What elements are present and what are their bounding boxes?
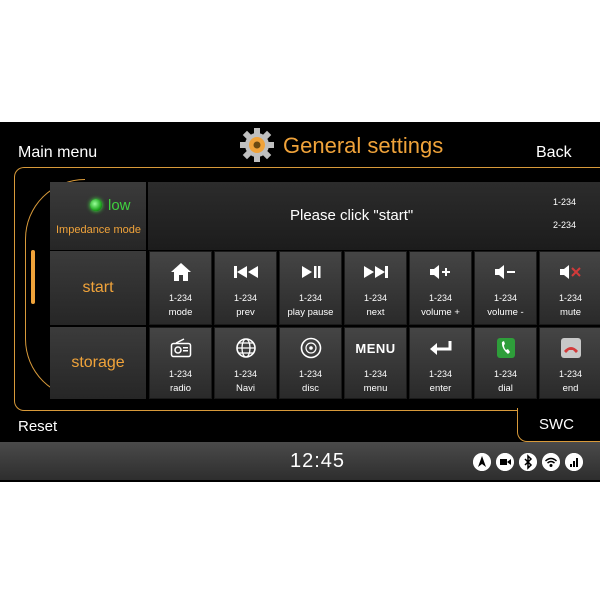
- disc-icon: [300, 337, 321, 359]
- back-button[interactable]: Back: [536, 144, 572, 162]
- message-bar: Please click "start" 1-234 2-234: [148, 182, 600, 250]
- button-label: mode: [168, 307, 193, 318]
- dial-button[interactable]: 1-234 dial: [474, 327, 537, 399]
- status-bar: 12:45: [0, 442, 600, 480]
- button-code: 1-234: [363, 293, 388, 303]
- home-icon: [170, 263, 191, 281]
- swc-label: SWC: [539, 416, 574, 433]
- button-code: 1-234: [493, 369, 518, 379]
- volume-down-icon: [494, 265, 515, 279]
- button-code: 1-234: [558, 293, 583, 303]
- button-label: disc: [302, 383, 319, 394]
- button-code: 1-234: [428, 369, 453, 379]
- button-code: 1-234: [298, 369, 323, 379]
- enter-button[interactable]: 1-234 enter: [409, 327, 472, 399]
- button-label: mute: [559, 307, 582, 318]
- next-button[interactable]: 1-234 next: [344, 251, 407, 325]
- navi-button[interactable]: 1-234 Navi: [214, 327, 277, 399]
- disc-button[interactable]: 1-234 disc: [279, 327, 342, 399]
- reset-button[interactable]: Reset: [18, 418, 57, 435]
- dial-icon: [496, 338, 515, 358]
- code-readout-1: 1-234: [553, 197, 577, 207]
- button-label: menu: [363, 383, 388, 394]
- impedance-value: low: [108, 196, 131, 214]
- menu-button[interactable]: MENU 1-234 menu: [344, 327, 407, 399]
- radio-button[interactable]: 1-234 radio: [149, 327, 212, 399]
- start-button[interactable]: start: [50, 251, 146, 325]
- volume-down-button[interactable]: 1-234 volume -: [474, 251, 537, 325]
- globe-icon: [235, 338, 256, 358]
- next-icon: [363, 266, 388, 278]
- storage-button[interactable]: storage: [50, 327, 146, 399]
- settings-gear-icon: [240, 128, 274, 162]
- camera-icon[interactable]: [496, 453, 514, 471]
- end-call-icon: [560, 338, 581, 358]
- page-title: General settings: [283, 133, 444, 158]
- prev-icon: [233, 266, 258, 278]
- button-label: volume -: [487, 307, 524, 318]
- button-label: enter: [429, 383, 452, 394]
- button-code: 1-234: [493, 293, 518, 303]
- enter-icon: [429, 341, 451, 355]
- button-label: prev: [236, 307, 255, 318]
- swc-tab[interactable]: SWC: [517, 408, 600, 442]
- button-code: 1-234: [558, 369, 583, 379]
- button-code: 1-234: [168, 293, 193, 303]
- button-label: volume +: [421, 307, 460, 318]
- button-label: end: [562, 383, 579, 394]
- button-label: Navi: [235, 383, 255, 394]
- play-pause-icon: [301, 266, 320, 278]
- button-label: next: [366, 307, 385, 318]
- button-code: 1-234: [298, 293, 323, 303]
- mute-icon: [559, 265, 581, 279]
- button-label: radio: [169, 383, 192, 394]
- play-pause-button[interactable]: 1-234 play pause: [279, 251, 342, 325]
- signal-icon[interactable]: [565, 453, 583, 471]
- button-code: 1-234: [233, 369, 258, 379]
- volume-up-button[interactable]: 1-234 volume +: [409, 251, 472, 325]
- instruction-text: Please click "start": [290, 207, 414, 224]
- navigation-icon[interactable]: [473, 453, 491, 471]
- head-unit-screen: Main menu General settings Back low Impe…: [0, 122, 600, 482]
- mute-button[interactable]: 1-234 mute: [539, 251, 600, 325]
- radio-icon: [170, 338, 191, 358]
- button-label: play pause: [287, 307, 334, 318]
- button-code: 1-234: [168, 369, 193, 379]
- impedance-label: Impedance mode: [56, 223, 141, 236]
- clock: 12:45: [290, 450, 346, 472]
- bluetooth-icon[interactable]: [519, 453, 537, 471]
- code-readout-2: 2-234: [553, 220, 577, 230]
- led-indicator-icon: [90, 199, 102, 211]
- prev-button[interactable]: 1-234 prev: [214, 251, 277, 325]
- volume-up-icon: [429, 265, 450, 279]
- button-code: 1-234: [428, 293, 453, 303]
- menu-text-icon: MENU: [355, 340, 396, 356]
- scroll-indicator[interactable]: [31, 250, 35, 304]
- end-call-button[interactable]: 1-234 end: [539, 327, 600, 399]
- impedance-mode-toggle[interactable]: low Impedance mode: [50, 182, 146, 250]
- mode-button[interactable]: 1-234 mode: [149, 251, 212, 325]
- button-label: dial: [498, 383, 513, 394]
- main-menu-button[interactable]: Main menu: [18, 144, 97, 162]
- wifi-icon[interactable]: [542, 453, 560, 471]
- button-code: 1-234: [233, 293, 258, 303]
- button-code: 1-234: [363, 369, 388, 379]
